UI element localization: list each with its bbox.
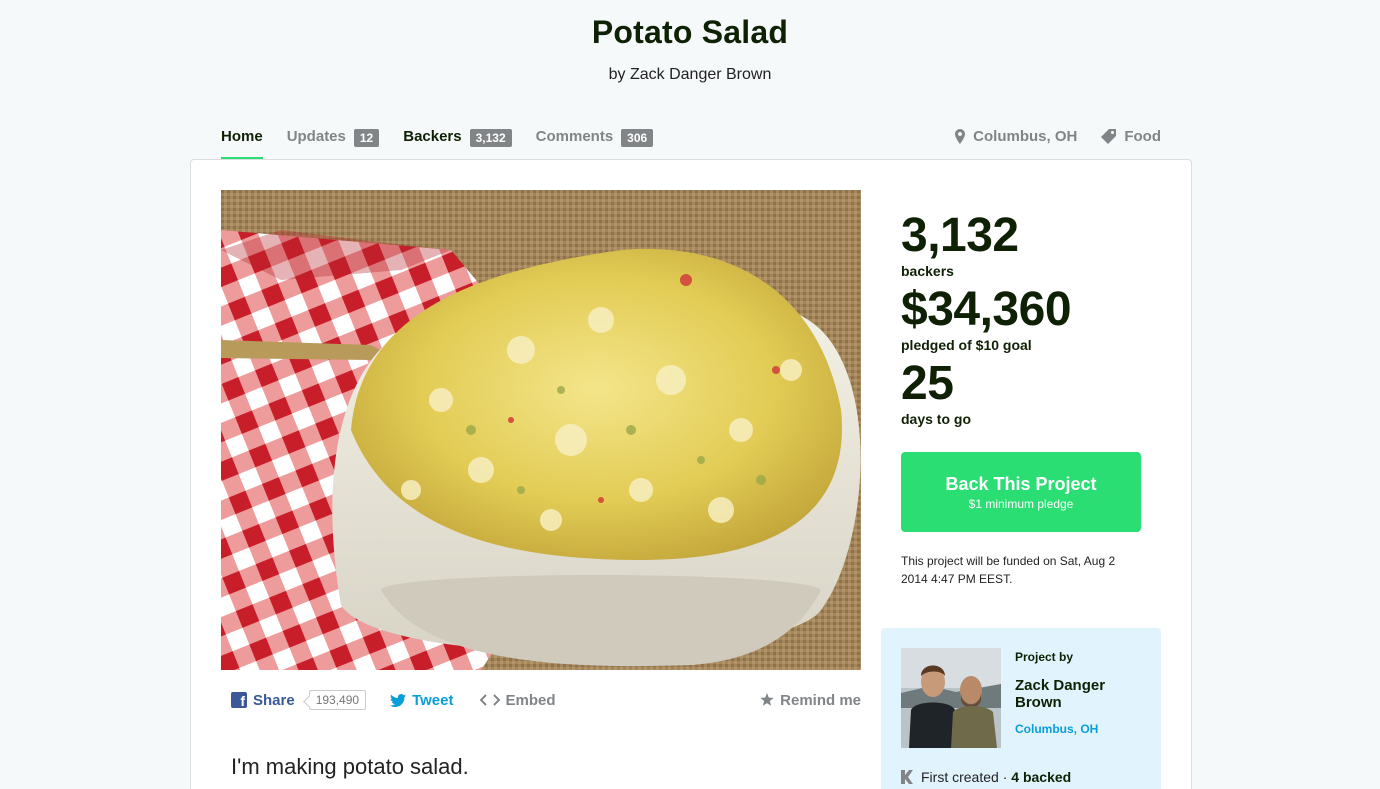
creator-card: Project by Zack Danger Brown Columbus, O… (881, 628, 1161, 789)
share-label: Share (253, 691, 295, 709)
share-bar: f Share 193,490 Tweet Embed Remind me (221, 686, 861, 714)
location-link[interactable]: Columbus, OH (955, 128, 1077, 145)
back-button-label: Back This Project (945, 474, 1097, 494)
funding-date-note: This project will be funded on Sat, Aug … (901, 554, 1116, 586)
tab-count-badge: 306 (621, 129, 654, 147)
days-label: days to go (901, 411, 972, 427)
project-byline[interactable]: by Zack Danger Brown (0, 66, 1380, 84)
kickstarter-k-icon (901, 770, 913, 784)
project-meta: Columbus, OH Food (955, 128, 1161, 145)
twitter-bird-icon (390, 693, 407, 707)
facebook-share-button[interactable]: f Share 193,490 (231, 690, 367, 710)
potato-salad-image (221, 190, 861, 670)
tab-comments[interactable]: Comments 306 (536, 128, 654, 161)
separator-dot: · (1002, 769, 1008, 785)
tab-backers[interactable]: Backers 3,132 (403, 128, 512, 161)
embed-label: Embed (505, 691, 556, 709)
share-count-badge: 193,490 (308, 690, 367, 710)
creator-avatar[interactable] (901, 648, 1001, 748)
pledged-label: pledged of $10 goal (901, 337, 1032, 353)
project-photo[interactable] (221, 190, 861, 670)
project-by-label: Project by (1015, 650, 1074, 664)
tweet-button[interactable]: Tweet (390, 691, 454, 709)
project-stats: 3,132 backers $34,360 pledged of $10 goa… (901, 210, 1161, 432)
project-blurb: I'm making potato salad. (231, 754, 469, 779)
remind-me-button[interactable]: Remind me (760, 692, 861, 709)
category-link[interactable]: Food (1101, 128, 1161, 145)
code-brackets-icon (479, 694, 500, 706)
creator-location-link[interactable]: Columbus, OH (1015, 722, 1098, 736)
tweet-label: Tweet (412, 691, 454, 709)
tab-count-badge: 3,132 (469, 129, 512, 147)
tab-label: Backers (403, 128, 462, 145)
embed-button[interactable]: Embed (479, 691, 556, 709)
days-remaining: 25 (901, 357, 954, 410)
creator-history: First created · 4 backed (901, 769, 1071, 785)
back-this-project-button[interactable]: Back This Project $1 minimum pledge (901, 452, 1141, 532)
creator-name[interactable]: Zack Danger Brown (1015, 677, 1135, 711)
project-tabs: Home Updates 12 Backers 3,132 Comments 3… (221, 128, 677, 161)
tab-updates[interactable]: Updates 12 (287, 128, 380, 161)
tab-label: Updates (286, 128, 346, 145)
tab-count-badge: 12 (353, 129, 380, 147)
backers-label: backers (901, 263, 954, 279)
tag-icon (1101, 129, 1117, 144)
category-label: Food (1124, 128, 1161, 145)
location-label: Columbus, OH (973, 128, 1078, 145)
backers-count: 3,132 (901, 209, 1019, 262)
pledged-amount: $34,360 (901, 283, 1072, 336)
backed-count[interactable]: 4 backed (1011, 769, 1071, 785)
tab-home[interactable]: Home (221, 128, 263, 161)
tab-label: Home (221, 128, 263, 145)
map-pin-icon (955, 129, 966, 144)
tab-label: Comments (535, 128, 614, 145)
first-created-label: First created (921, 769, 999, 785)
facebook-icon: f (231, 692, 247, 708)
remind-label: Remind me (780, 691, 861, 709)
star-icon (760, 693, 774, 706)
creator-photo (901, 648, 1001, 748)
minimum-pledge-note: $1 minimum pledge (968, 497, 1074, 511)
project-title: Potato Salad (591, 14, 789, 50)
